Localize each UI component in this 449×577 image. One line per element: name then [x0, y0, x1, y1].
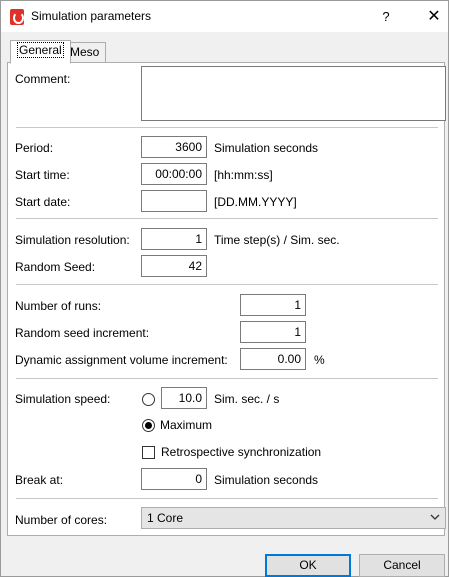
comment-label: Comment:: [15, 72, 71, 86]
random-seed-field[interactable]: 42: [141, 255, 207, 277]
retrospective-sync-checkbox[interactable]: [142, 446, 155, 459]
speed-maximum-label: Maximum: [160, 418, 213, 432]
number-of-runs-label: Number of runs:: [15, 299, 102, 313]
speed-maximum-radio[interactable]: [142, 419, 155, 432]
tab-meso-label: Meso: [70, 45, 100, 59]
period-field[interactable]: 3600: [141, 136, 207, 158]
separator: [16, 498, 438, 499]
cancel-button[interactable]: Cancel: [359, 554, 445, 577]
close-button[interactable]: ✕: [419, 6, 449, 28]
number-of-cores-label: Number of cores:: [15, 513, 108, 527]
chevron-down-icon: [430, 514, 440, 520]
start-date-label: Start date:: [15, 195, 71, 209]
separator: [16, 284, 438, 285]
speed-value-field[interactable]: 10.0: [161, 387, 207, 409]
simulation-resolution-label: Simulation resolution:: [15, 233, 130, 247]
comment-field[interactable]: [141, 66, 446, 121]
number-of-cores-value: 1 Core: [147, 511, 184, 525]
number-of-runs-field[interactable]: 1: [240, 294, 306, 316]
general-panel: Comment: Period: 3600 Simulation seconds…: [7, 62, 446, 536]
vissim-app-icon: [10, 9, 24, 25]
period-unit: Simulation seconds: [214, 141, 319, 155]
retrospective-sync-label: Retrospective synchronization: [161, 445, 322, 459]
break-at-field[interactable]: 0: [141, 468, 207, 490]
start-time-field[interactable]: 00:00:00: [141, 163, 207, 185]
tab-general[interactable]: General: [10, 40, 71, 64]
random-seed-label: Random Seed:: [15, 260, 96, 274]
start-time-unit: [hh:mm:ss]: [214, 168, 273, 182]
help-button[interactable]: ?: [371, 6, 401, 28]
simulation-parameters-dialog: Simulation parameters ? ✕ General Meso C…: [0, 0, 449, 577]
break-at-label: Break at:: [15, 473, 64, 487]
window-title: Simulation parameters: [31, 9, 152, 23]
period-label: Period:: [15, 141, 54, 155]
speed-unit: Sim. sec. / s: [214, 392, 280, 406]
ok-button[interactable]: OK: [265, 554, 351, 577]
volume-increment-unit: %: [314, 353, 325, 367]
separator: [16, 127, 438, 128]
start-date-field[interactable]: [141, 190, 207, 212]
random-seed-increment-label: Random seed increment:: [15, 326, 150, 340]
tab-general-label: General: [17, 42, 64, 58]
volume-increment-label: Dynamic assignment volume increment:: [15, 353, 228, 367]
simulation-speed-label: Simulation speed:: [15, 392, 111, 406]
title-bar: Simulation parameters ? ✕: [1, 1, 448, 32]
simulation-resolution-unit: Time step(s) / Sim. sec.: [214, 233, 340, 247]
separator: [16, 218, 438, 219]
start-date-unit: [DD.MM.YYYY]: [214, 195, 297, 209]
break-at-unit: Simulation seconds: [214, 473, 319, 487]
random-seed-increment-field[interactable]: 1: [240, 321, 306, 343]
speed-custom-radio[interactable]: [142, 393, 155, 406]
simulation-resolution-field[interactable]: 1: [141, 228, 207, 250]
separator: [16, 378, 438, 379]
volume-increment-field[interactable]: 0.00: [240, 348, 306, 370]
start-time-label: Start time:: [15, 168, 70, 182]
number-of-cores-select[interactable]: 1 Core: [141, 507, 446, 529]
